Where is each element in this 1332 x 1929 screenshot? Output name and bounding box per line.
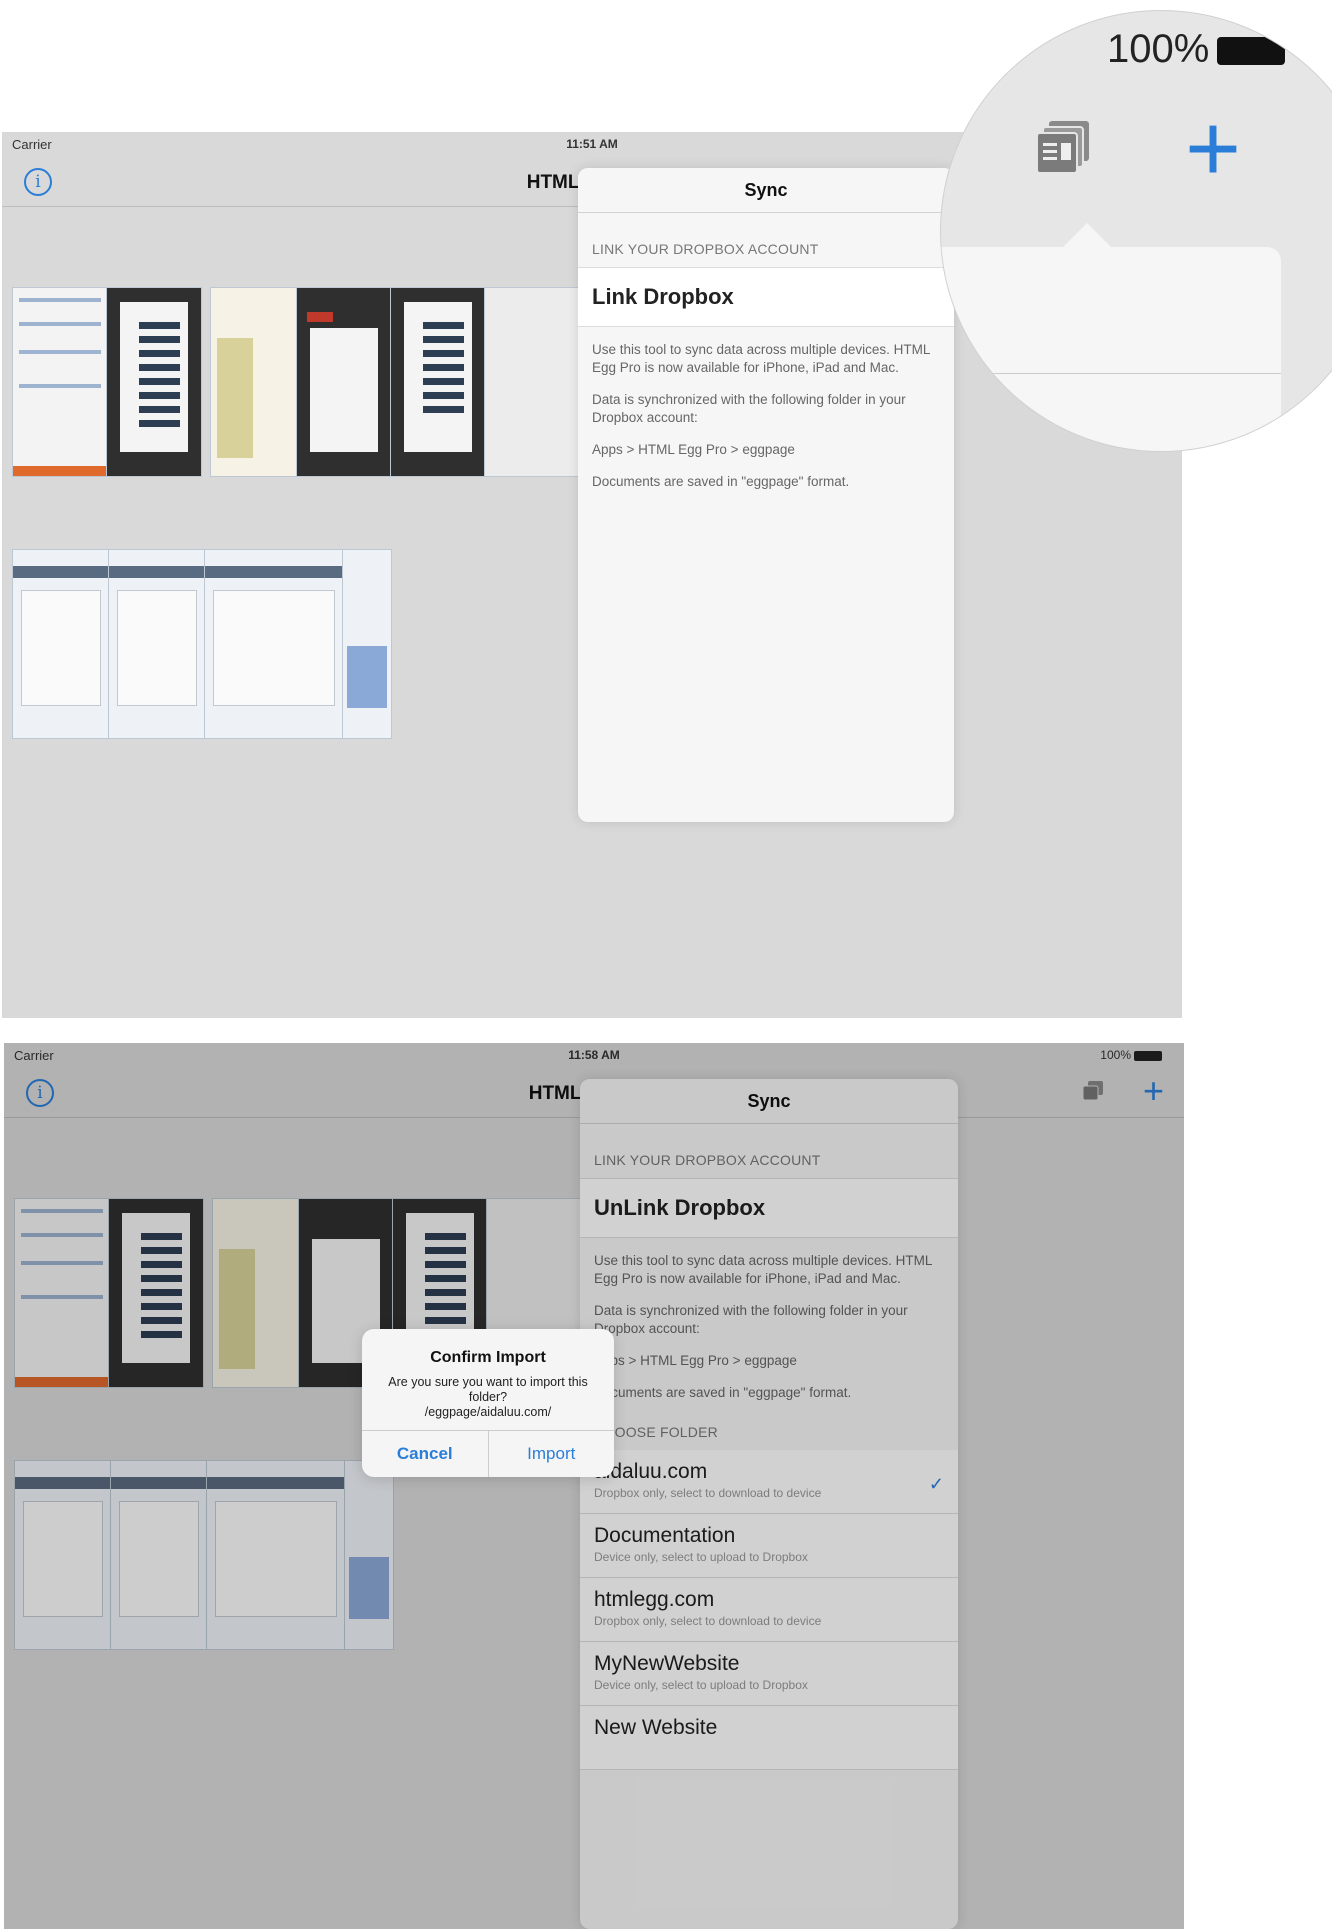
battery-icon bbox=[1217, 37, 1286, 66]
description-text: Data is synchronized with the following … bbox=[592, 392, 906, 425]
documents-icon[interactable] bbox=[1035, 119, 1093, 177]
dialog-message: Are you sure you want to import this fol… bbox=[388, 1375, 588, 1419]
screenshot-confirm-import: Carrier 11:58 AM 100% i HTML Egg Pro + bbox=[4, 1043, 1184, 1929]
modal-overlay bbox=[4, 1043, 1184, 1929]
document-thumbnail[interactable] bbox=[12, 287, 108, 477]
dialog-title: Confirm Import bbox=[430, 1349, 546, 1366]
cancel-button[interactable]: Cancel bbox=[362, 1431, 489, 1477]
description-text: Apps > HTML Egg Pro > eggpage bbox=[592, 442, 795, 457]
document-thumbnail[interactable] bbox=[210, 287, 298, 477]
battery-indicator: 100% bbox=[1107, 27, 1286, 72]
document-thumbnail[interactable] bbox=[106, 287, 202, 477]
description-text: Use this tool to sync data across multip… bbox=[592, 342, 930, 375]
document-thumbnail[interactable] bbox=[390, 287, 486, 477]
document-thumbnail[interactable] bbox=[108, 549, 206, 739]
zoom-callout: 100% + bbox=[940, 10, 1332, 452]
section-header: LINK YOUR DROPBOX ACCOUNT bbox=[592, 241, 819, 257]
document-thumbnail[interactable] bbox=[484, 287, 580, 477]
popover-title: Sync bbox=[578, 168, 954, 213]
document-thumbnail[interactable] bbox=[296, 287, 392, 477]
confirm-import-dialog: Confirm Import Are you sure you want to … bbox=[362, 1329, 614, 1477]
sync-description: Use this tool to sync data across multip… bbox=[578, 327, 954, 491]
add-icon[interactable]: + bbox=[1185, 101, 1241, 197]
document-thumbnail[interactable] bbox=[12, 549, 110, 739]
document-thumbnail[interactable] bbox=[204, 549, 344, 739]
description-text: Documents are saved in "eggpage" format. bbox=[592, 474, 850, 489]
battery-label: 100% bbox=[1107, 27, 1210, 71]
popover-zoomed bbox=[941, 247, 1281, 451]
document-thumbnail[interactable] bbox=[342, 549, 392, 739]
popover-arrow bbox=[1061, 223, 1113, 249]
link-dropbox-button[interactable]: Link Dropbox bbox=[578, 267, 954, 327]
import-button[interactable]: Import bbox=[489, 1431, 615, 1477]
sync-popover: Sync LINK YOUR DROPBOX ACCOUNT Link Drop… bbox=[578, 168, 954, 822]
divider bbox=[941, 373, 1281, 374]
